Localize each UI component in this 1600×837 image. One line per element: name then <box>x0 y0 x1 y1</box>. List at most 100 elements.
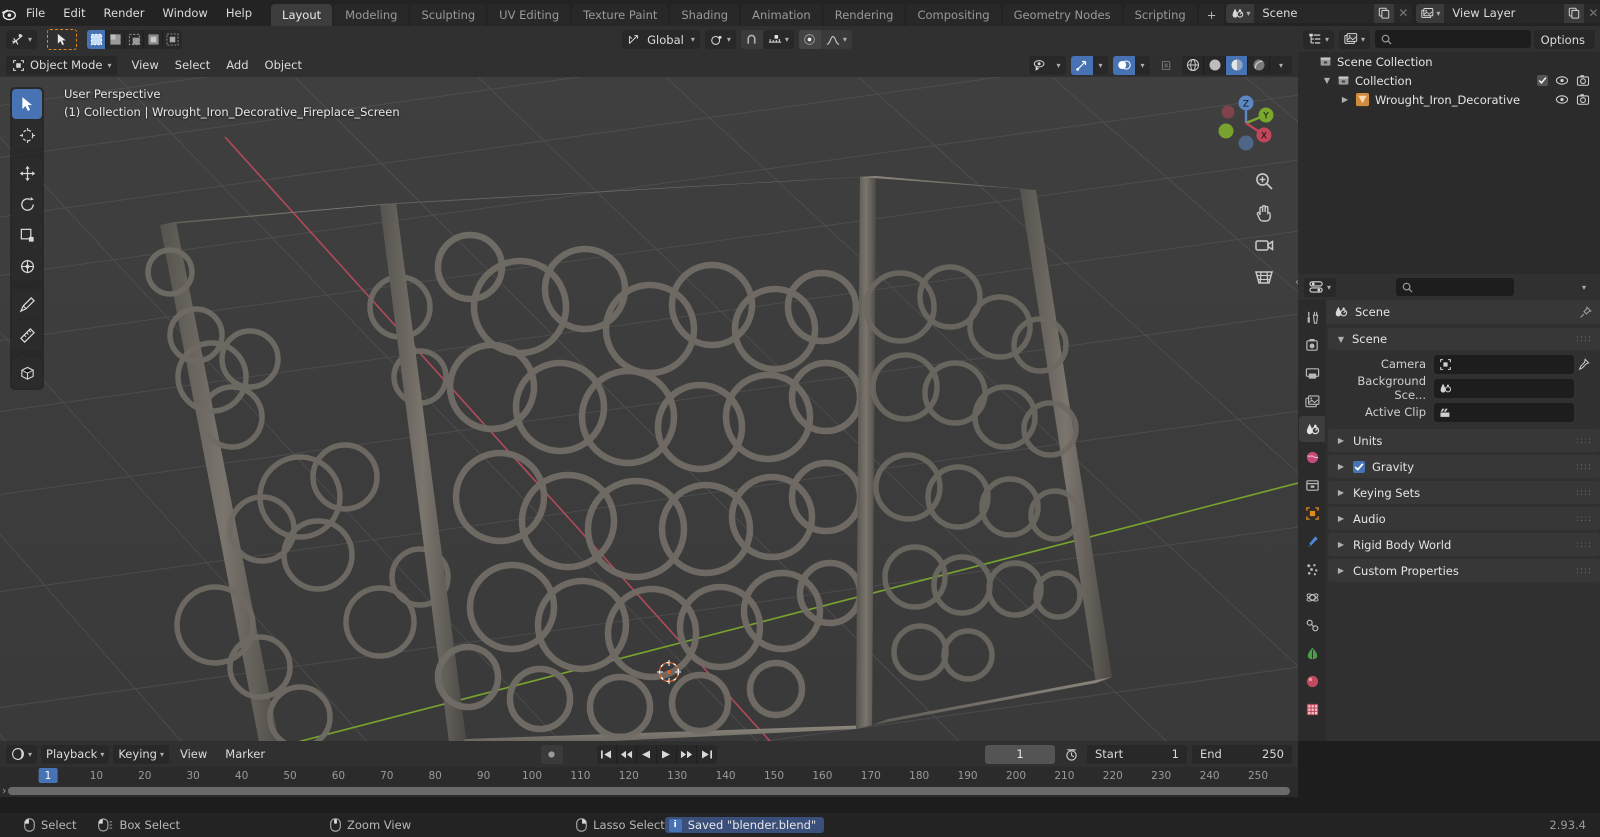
outliner-expand-icon[interactable]: ▶ <box>1340 95 1350 104</box>
menu-render[interactable]: Render <box>95 2 154 24</box>
properties-tab-object[interactable] <box>1299 500 1325 526</box>
auto-keying-options[interactable] <box>562 744 581 764</box>
jump-to-end-icon[interactable] <box>696 744 717 764</box>
workspace-tab-shading[interactable]: Shading <box>670 4 740 26</box>
xray-toggle-icon[interactable] <box>1155 55 1177 75</box>
new-scene-icon[interactable] <box>1374 3 1395 23</box>
viewport-menu-object[interactable]: Object <box>257 56 310 75</box>
timeline-scrollbar[interactable]: › <box>0 784 1298 797</box>
scene-selector[interactable]: ▾ Scene ✕ <box>1226 3 1413 23</box>
new-view-layer-icon[interactable] <box>1564 3 1585 23</box>
eyedropper-icon[interactable] <box>1574 357 1592 371</box>
timeline-marker-menu[interactable]: Marker <box>218 745 272 764</box>
wireframe-shading-icon[interactable] <box>1182 55 1204 75</box>
workspace-tab-scripting[interactable]: Scripting <box>1123 4 1197 26</box>
scene-name[interactable]: Scene <box>1254 4 1374 23</box>
start-frame-field[interactable]: Start 1 <box>1087 744 1187 764</box>
properties-tab-collection[interactable] <box>1299 472 1325 498</box>
object-mode-dropdown[interactable]: Object Mode ▾ <box>6 55 118 75</box>
properties-options-dropdown[interactable]: ▾ <box>1574 278 1594 297</box>
panel-expand-icon[interactable]: ▶ <box>1336 488 1346 497</box>
menu-file[interactable]: File <box>17 2 54 24</box>
panel-enable-checkbox[interactable] <box>1353 460 1365 473</box>
jump-next-keyframe-icon[interactable] <box>676 744 697 764</box>
tool-add-cube-icon[interactable] <box>12 358 42 388</box>
proportional-edit-icon[interactable] <box>798 30 821 49</box>
properties-tab-world[interactable] <box>1299 444 1325 470</box>
falloff-dropdown[interactable]: ▾ <box>820 30 852 49</box>
tool-move-icon[interactable] <box>12 158 42 188</box>
gizmos-icon[interactable] <box>1071 55 1093 75</box>
jump-prev-keyframe-icon[interactable] <box>616 744 637 764</box>
unlink-scene-icon[interactable]: ✕ <box>1394 4 1412 23</box>
visibility-eye-icon[interactable] <box>1029 56 1051 75</box>
tool-measure-icon[interactable] <box>12 320 42 350</box>
tool-annotate-icon[interactable] <box>12 289 42 319</box>
properties-tab-output[interactable] <box>1299 360 1325 386</box>
menu-help[interactable]: Help <box>217 2 261 24</box>
outliner-display-mode-button[interactable]: ▾ <box>1339 29 1371 49</box>
timeline-editor-type-button[interactable]: ▾ <box>6 744 38 764</box>
navigation-gizmo[interactable]: Z Y X <box>1210 87 1282 159</box>
tool-rotate-icon[interactable] <box>12 189 42 219</box>
timeline-view-menu[interactable]: View <box>173 745 214 764</box>
snap-magnet-icon[interactable] <box>741 30 763 49</box>
panel-expand-icon[interactable]: ▶ <box>1336 436 1346 445</box>
tool-transform-icon[interactable] <box>12 251 42 281</box>
active-tool-indicator[interactable] <box>47 29 78 50</box>
viewport-menu-select[interactable]: Select <box>167 56 218 75</box>
overlays-dropdown[interactable]: ▾ <box>1135 55 1150 75</box>
outliner-disable-render-icon[interactable] <box>1576 74 1590 87</box>
snap-to-dropdown[interactable]: ▾ <box>762 30 794 49</box>
auto-keying-icon[interactable] <box>540 744 563 764</box>
use-preview-range-icon[interactable] <box>1060 744 1082 764</box>
workspace-tab-compositing[interactable]: Compositing <box>906 4 1001 26</box>
shading-dropdown[interactable]: ▾ <box>1270 55 1292 75</box>
outliner-search-input[interactable] <box>1375 30 1531 48</box>
outliner-row[interactable]: ▶ Wrought_Iron_Decorative <box>1298 90 1600 109</box>
pivot-point-dropdown[interactable]: ▾ <box>704 30 736 49</box>
add-workspace-button[interactable]: + <box>1198 4 1225 26</box>
outliner-editor-type-button[interactable]: ▾ <box>1303 29 1335 49</box>
panel-header-keying-sets[interactable]: ▶ Keying Sets:::: <box>1328 481 1600 504</box>
zoom-icon[interactable] <box>1252 169 1276 193</box>
overlays-icon[interactable] <box>1113 55 1135 75</box>
current-frame-field[interactable]: 1 <box>985 744 1055 764</box>
viewport-options-button[interactable]: Options <box>1533 30 1592 49</box>
tool-scale-icon[interactable] <box>12 220 42 250</box>
panel-expand-icon[interactable]: ▶ <box>1336 462 1346 471</box>
panel-header-rigid-body-world[interactable]: ▶ Rigid Body World:::: <box>1328 533 1600 556</box>
select-invert-icon[interactable] <box>144 30 164 49</box>
properties-tab-render[interactable] <box>1299 332 1325 358</box>
properties-search-input[interactable] <box>1396 278 1514 296</box>
material-preview-shading-icon[interactable] <box>1226 55 1248 75</box>
outliner-expand-icon[interactable]: ▼ <box>1322 76 1332 85</box>
visibility-dropdown[interactable]: ▾ <box>1051 56 1066 75</box>
jump-to-start-icon[interactable] <box>596 744 617 764</box>
play-icon[interactable] <box>656 744 677 764</box>
properties-tab-scene[interactable] <box>1299 416 1325 442</box>
property-value-field[interactable] <box>1434 402 1574 422</box>
rendered-shading-icon[interactable] <box>1248 55 1270 75</box>
select-set-icon[interactable] <box>87 30 107 49</box>
outliner-exclude-checkbox[interactable] <box>1537 75 1548 86</box>
panel-expand-icon[interactable]: ▶ <box>1336 514 1346 523</box>
3d-viewport[interactable]: User Perspective (1) Collection | Wrough… <box>0 77 1298 741</box>
menu-edit[interactable]: Edit <box>54 2 94 24</box>
select-subtract-icon[interactable] <box>125 30 145 49</box>
properties-tab-view-layer[interactable] <box>1299 388 1325 414</box>
properties-editor-type-button[interactable]: ▾ <box>1304 277 1337 297</box>
keying-menu[interactable]: Keying ▾ <box>113 744 169 764</box>
outliner-disable-render-icon[interactable] <box>1576 93 1590 106</box>
timeline-playhead[interactable]: 1 <box>38 768 58 783</box>
panel-header-units[interactable]: ▶ Units:::: <box>1328 429 1600 452</box>
property-value-field[interactable] <box>1434 354 1574 374</box>
play-reverse-icon[interactable] <box>636 744 657 764</box>
properties-tab-physics[interactable] <box>1299 584 1325 610</box>
tool-cursor-icon[interactable] <box>12 120 42 150</box>
panel-expand-icon[interactable]: ▶ <box>1336 566 1346 575</box>
blender-logo-icon[interactable] <box>0 0 17 26</box>
workspace-tab-modeling[interactable]: Modeling <box>334 4 409 26</box>
workspace-tab-animation[interactable]: Animation <box>741 4 822 26</box>
view-layer-icon[interactable]: ▾ <box>1416 3 1445 23</box>
